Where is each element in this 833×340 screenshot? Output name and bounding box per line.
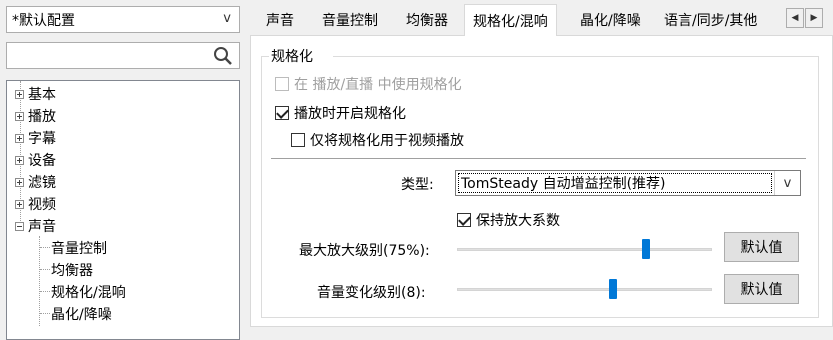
tree-item-label: 规格化/混响 (51, 285, 126, 301)
expand-icon[interactable] (15, 155, 24, 165)
tree-item-label: 设备 (28, 153, 56, 169)
triangle-left-icon: ◀ (791, 13, 799, 23)
video-only-checkbox[interactable]: 仅将规格化用于视频播放 (291, 130, 464, 150)
tab-label: 均衡器 (406, 12, 448, 29)
tree-item-filters[interactable]: 滤镜 (15, 171, 56, 193)
tree-item-denoise[interactable]: 晶化/降噪 (51, 303, 112, 325)
tab-label: 语言/同步/其他 (664, 12, 758, 29)
tab-label: 规格化/混响 (473, 13, 548, 30)
checkbox-label: 仅将规格化用于视频播放 (310, 133, 464, 149)
tab-language-sync-other[interactable]: 语言/同步/其他 (656, 6, 765, 33)
expand-icon[interactable] (15, 133, 24, 143)
tree-item-label: 均衡器 (51, 263, 93, 279)
tree-item-devices[interactable]: 设备 (15, 149, 56, 171)
tree-item-label: 滤镜 (28, 175, 56, 191)
type-select-value: TomSteady 自动增益控制(推荐) (458, 173, 772, 193)
settings-tree[interactable]: 基本 播放 字幕 设备 滤镜 视频 声音 音量控制 均衡器 规格化/混响 晶化/… (6, 80, 240, 340)
tab-scroll-left-button[interactable]: ◀ (786, 8, 804, 28)
tab-denoise[interactable]: 晶化/降噪 (572, 6, 649, 33)
slider-track (457, 248, 712, 251)
tree-item-label: 播放 (28, 109, 56, 125)
checkbox-label: 播放时开启规格化 (294, 106, 406, 122)
tab-audio[interactable]: 声音 (258, 6, 302, 33)
tab-equalizer[interactable]: 均衡器 (398, 6, 456, 33)
checkbox-box[interactable] (275, 77, 289, 91)
chevron-down-icon[interactable]: v (774, 171, 800, 195)
tree-item-normalization[interactable]: 规格化/混响 (51, 281, 126, 303)
profile-select[interactable]: *默认配置 v (6, 6, 240, 33)
expand-icon[interactable] (15, 89, 24, 99)
keep-factor-checkbox[interactable]: 保持放大系数 (457, 210, 560, 230)
tree-item-label: 字幕 (28, 131, 56, 147)
max-amp-default-button[interactable]: 默认值 (724, 232, 799, 262)
chevron-down-icon: v (223, 11, 231, 26)
slider-thumb[interactable] (642, 239, 650, 259)
enable-on-play-checkbox[interactable]: 播放时开启规格化 (275, 103, 406, 123)
checkbox-label: 在 播放/直播 中使用规格化 (294, 77, 462, 93)
tab-normalization[interactable]: 规格化/混响 (464, 4, 557, 36)
use-in-streams-checkbox[interactable]: 在 播放/直播 中使用规格化 (275, 74, 462, 94)
type-label: 类型: (401, 177, 434, 193)
checkbox-box[interactable] (457, 213, 471, 227)
tree-item-audio[interactable]: 声音 (15, 215, 56, 237)
tree-item-volume-control[interactable]: 音量控制 (51, 237, 107, 259)
tab-label: 晶化/降噪 (580, 12, 641, 29)
tree-item-playback[interactable]: 播放 (15, 105, 56, 127)
expand-icon[interactable] (15, 177, 24, 187)
collapse-icon[interactable] (15, 221, 24, 231)
slider-thumb[interactable] (609, 279, 617, 299)
tree-item-subtitles[interactable]: 字幕 (15, 127, 56, 149)
profile-select-value: *默认配置 (12, 12, 75, 29)
expand-icon[interactable] (15, 199, 24, 209)
max-amp-label: 最大放大级别(75%): (299, 243, 430, 259)
tab-scroll-right-button[interactable]: ▶ (805, 8, 823, 28)
checkbox-box[interactable] (275, 106, 289, 120)
tab-bar: 声音 音量控制 均衡器 规格化/混响 晶化/降噪 语言/同步/其他 ◀ ▶ (250, 0, 833, 36)
tree-item-equalizer[interactable]: 均衡器 (51, 259, 93, 281)
tab-label: 音量控制 (322, 12, 378, 29)
tree-item-video[interactable]: 视频 (15, 193, 56, 215)
tree-item-label: 音量控制 (51, 241, 107, 257)
search-icon[interactable] (213, 46, 233, 66)
triangle-right-icon: ▶ (810, 13, 818, 23)
divider (271, 158, 806, 159)
group-title: 规格化 (271, 49, 313, 65)
search-input[interactable] (7, 43, 207, 68)
expand-icon[interactable] (15, 111, 24, 121)
checkbox-label: 保持放大系数 (476, 213, 560, 229)
max-amp-slider[interactable] (457, 239, 712, 259)
tree-item-label: 晶化/降噪 (51, 307, 112, 323)
type-select[interactable]: TomSteady 自动增益控制(推荐) v (455, 170, 801, 196)
search-box[interactable] (6, 42, 240, 69)
checkbox-box[interactable] (291, 133, 305, 147)
volume-change-label: 音量变化级别(8): (317, 285, 426, 301)
tab-volume-control[interactable]: 音量控制 (314, 6, 386, 33)
tree-item-label: 视频 (28, 197, 56, 213)
volume-change-default-button[interactable]: 默认值 (724, 274, 799, 304)
tree-item-label: 基本 (28, 87, 56, 103)
tab-label: 声音 (266, 12, 294, 29)
tree-item-label: 声音 (28, 219, 56, 235)
slider-track (457, 288, 712, 291)
normalization-panel: 规格化 在 播放/直播 中使用规格化 播放时开启规格化 仅将规格化用于视频播放 … (250, 35, 833, 327)
tree-item-basic[interactable]: 基本 (15, 83, 56, 105)
volume-change-slider[interactable] (457, 279, 712, 299)
